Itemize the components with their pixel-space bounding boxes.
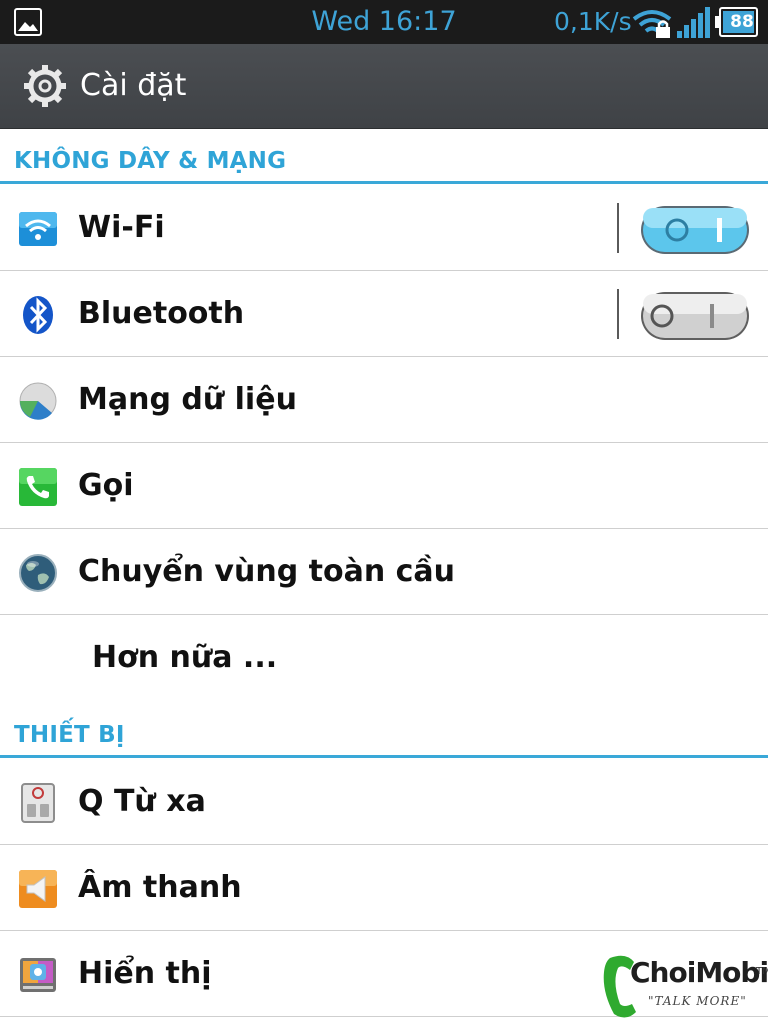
wifi-icon xyxy=(19,212,57,246)
battery-level: 88 xyxy=(730,12,754,32)
toggle-divider xyxy=(617,289,619,339)
section-title-wireless: KHÔNG DÂY & MẠNG xyxy=(14,148,287,174)
wifi-toggle[interactable] xyxy=(638,203,752,259)
section-header-device: THIẾT BỊ xyxy=(0,704,768,758)
settings-item-roaming[interactable]: Chuyển vùng toàn cầu xyxy=(0,529,768,615)
network-speed: 0,1K/s xyxy=(554,7,632,36)
wifi-lock-icon xyxy=(632,10,672,38)
phone-icon xyxy=(19,468,57,506)
bluetooth-toggle[interactable] xyxy=(638,289,752,345)
watermark-brand: ChoiMobile xyxy=(630,956,768,989)
watermark-tagline: "TALK MORE" xyxy=(648,994,747,1008)
settings-item-label: Q Từ xa xyxy=(78,784,206,819)
settings-item-bluetooth[interactable]: Bluetooth xyxy=(0,271,768,357)
speaker-icon xyxy=(19,870,57,908)
watermark-logo: ChoiMobile TM "TALK MORE" xyxy=(600,952,768,1024)
toggle-divider xyxy=(617,203,619,253)
gear-icon[interactable] xyxy=(22,63,68,109)
action-bar: Cài đặt xyxy=(0,44,768,129)
settings-item-qremote[interactable]: Q Từ xa xyxy=(0,759,768,845)
settings-item-label: Chuyển vùng toàn cầu xyxy=(78,554,456,589)
signal-icon xyxy=(677,7,710,38)
bluetooth-icon xyxy=(23,296,53,334)
settings-item-label: Hiển thị xyxy=(78,956,212,991)
settings-item-wifi[interactable]: Wi-Fi xyxy=(0,185,768,271)
section-divider xyxy=(0,755,768,758)
settings-item-label: Âm thanh xyxy=(78,870,242,905)
page-title: Cài đặt xyxy=(80,68,187,103)
settings-item-label: Bluetooth xyxy=(78,296,245,331)
settings-item-label: Mạng dữ liệu xyxy=(78,382,297,417)
settings-item-label: Wi-Fi xyxy=(78,210,165,245)
settings-item-label: Hơn nữa ... xyxy=(92,640,278,675)
globe-icon xyxy=(19,554,57,592)
status-bar: Wed 16:17 0,1K/s 88 xyxy=(0,0,768,44)
settings-item-call[interactable]: Gọi xyxy=(0,443,768,529)
remote-icon xyxy=(21,783,55,823)
data-usage-icon xyxy=(19,382,57,420)
settings-item-data[interactable]: Mạng dữ liệu xyxy=(0,357,768,443)
settings-item-sound[interactable]: Âm thanh xyxy=(0,845,768,931)
section-divider xyxy=(0,181,768,184)
settings-item-label: Gọi xyxy=(78,468,134,503)
settings-item-more[interactable]: Hơn nữa ... xyxy=(0,615,768,700)
section-header-wireless: KHÔNG DÂY & MẠNG xyxy=(0,130,768,184)
watermark-tm: TM xyxy=(756,966,768,977)
display-icon xyxy=(20,958,56,992)
section-title-device: THIẾT BỊ xyxy=(14,722,125,748)
